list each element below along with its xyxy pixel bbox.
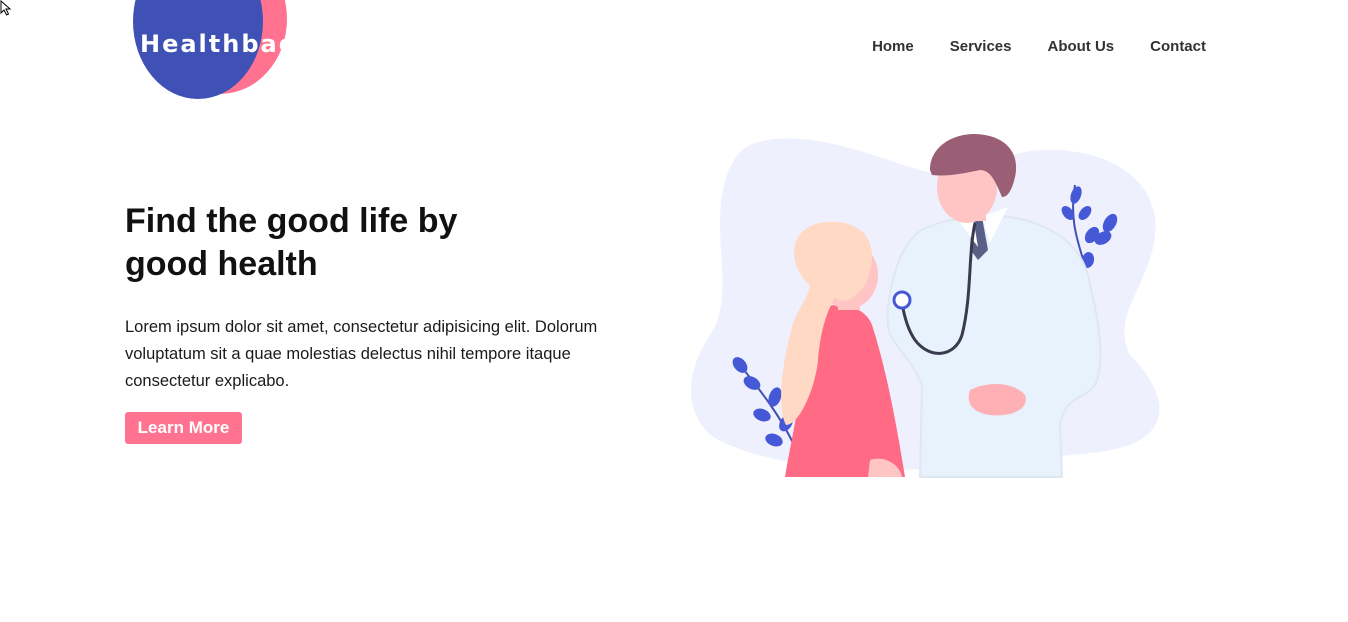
logo-text: Healthbag <box>140 30 298 58</box>
hero-title: Find the good life by good health <box>125 202 458 283</box>
landing-page: Healthbag Home Services About Us Contact… <box>0 0 1348 622</box>
doctor-patient-illustration <box>691 133 1160 478</box>
nav-link-contact[interactable]: Contact <box>1150 38 1206 55</box>
learn-more-button[interactable]: Learn More <box>125 412 242 444</box>
nav-link-home[interactable]: Home <box>872 38 914 55</box>
nav-link-services[interactable]: Services <box>950 38 1012 55</box>
logo[interactable]: Healthbag <box>133 0 296 104</box>
hero-description: Lorem ipsum dolor sit amet, consectetur … <box>125 318 598 390</box>
mouse-cursor-icon <box>0 0 12 16</box>
nav-link-about-us[interactable]: About Us <box>1047 38 1114 55</box>
main-nav: Home Services About Us Contact <box>872 38 1206 55</box>
